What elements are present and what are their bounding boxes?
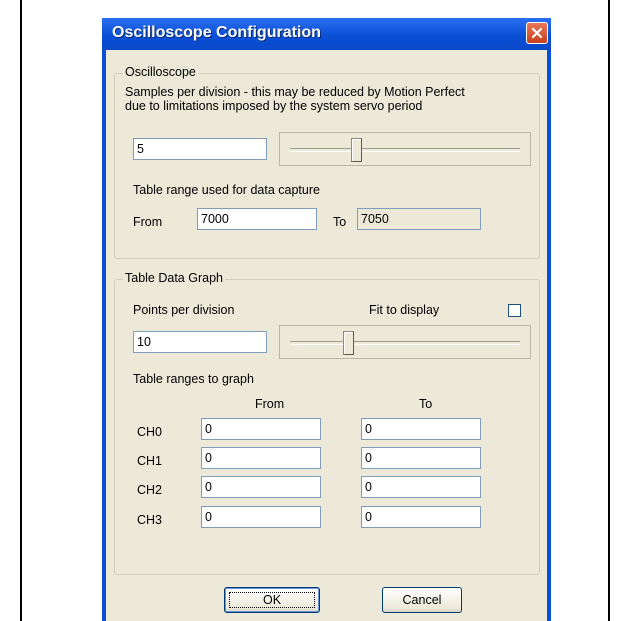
oscilloscope-legend: Oscilloscope (123, 65, 198, 79)
samples-per-division-slider[interactable] (279, 132, 531, 166)
dialog-body: Oscilloscope Samples per division - this… (106, 50, 547, 621)
fit-to-display-label: Fit to display (369, 303, 440, 317)
capture-to-value: 7050 (357, 208, 481, 230)
channel-label: CH0 (137, 425, 163, 439)
ok-button[interactable]: OK (224, 587, 320, 613)
page-frame-left (20, 0, 22, 621)
samples-per-division-input[interactable]: 5 (133, 138, 267, 160)
close-icon (531, 27, 543, 39)
dialog-title: Oscilloscope Configuration (112, 24, 321, 41)
slider-track (290, 148, 520, 152)
table-data-graph-group: Table Data Graph Points per division Fit… (114, 271, 540, 575)
from-column-header: From (255, 397, 285, 411)
channel-label: CH3 (137, 513, 163, 527)
oscilloscope-config-dialog: Oscilloscope Configuration Oscilloscope … (102, 18, 551, 621)
cancel-button-label: Cancel (402, 593, 442, 607)
ch3-to-input[interactable]: 0 (361, 506, 481, 528)
table-data-graph-legend: Table Data Graph (123, 271, 225, 285)
capture-from-label: From (133, 215, 163, 229)
points-per-division-slider[interactable] (279, 325, 531, 359)
ch2-to-input[interactable]: 0 (361, 476, 481, 498)
to-column-header: To (419, 397, 433, 411)
samples-description-line2: due to limitations imposed by the system… (125, 99, 423, 113)
ch3-from-input[interactable]: 0 (201, 506, 321, 528)
ch1-to-input[interactable]: 0 (361, 447, 481, 469)
channel-label: CH2 (137, 483, 163, 497)
page-frame-right (608, 0, 610, 621)
ch0-from-input[interactable]: 0 (201, 418, 321, 440)
samples-description-line1: Samples per division - this may be reduc… (125, 85, 465, 99)
channel-label: CH1 (137, 454, 163, 468)
slider-thumb[interactable] (342, 331, 354, 355)
table-range-label: Table range used for data capture (133, 183, 320, 197)
points-per-division-label: Points per division (133, 303, 235, 317)
capture-from-input[interactable]: 7000 (197, 208, 317, 230)
oscilloscope-group: Oscilloscope Samples per division - this… (114, 65, 540, 259)
slider-thumb[interactable] (351, 138, 363, 162)
points-per-division-input[interactable]: 10 (133, 331, 267, 353)
ch2-from-input[interactable]: 0 (201, 476, 321, 498)
close-button[interactable] (526, 22, 548, 44)
fit-to-display-checkbox[interactable] (508, 304, 521, 317)
focus-rectangle (229, 592, 315, 608)
cancel-button[interactable]: Cancel (382, 587, 462, 613)
table-ranges-label: Table ranges to graph (133, 372, 254, 386)
title-bar[interactable]: Oscilloscope Configuration (102, 18, 551, 50)
slider-track (290, 341, 520, 345)
ch0-to-input[interactable]: 0 (361, 418, 481, 440)
capture-to-label: To (333, 215, 347, 229)
ch1-from-input[interactable]: 0 (201, 447, 321, 469)
